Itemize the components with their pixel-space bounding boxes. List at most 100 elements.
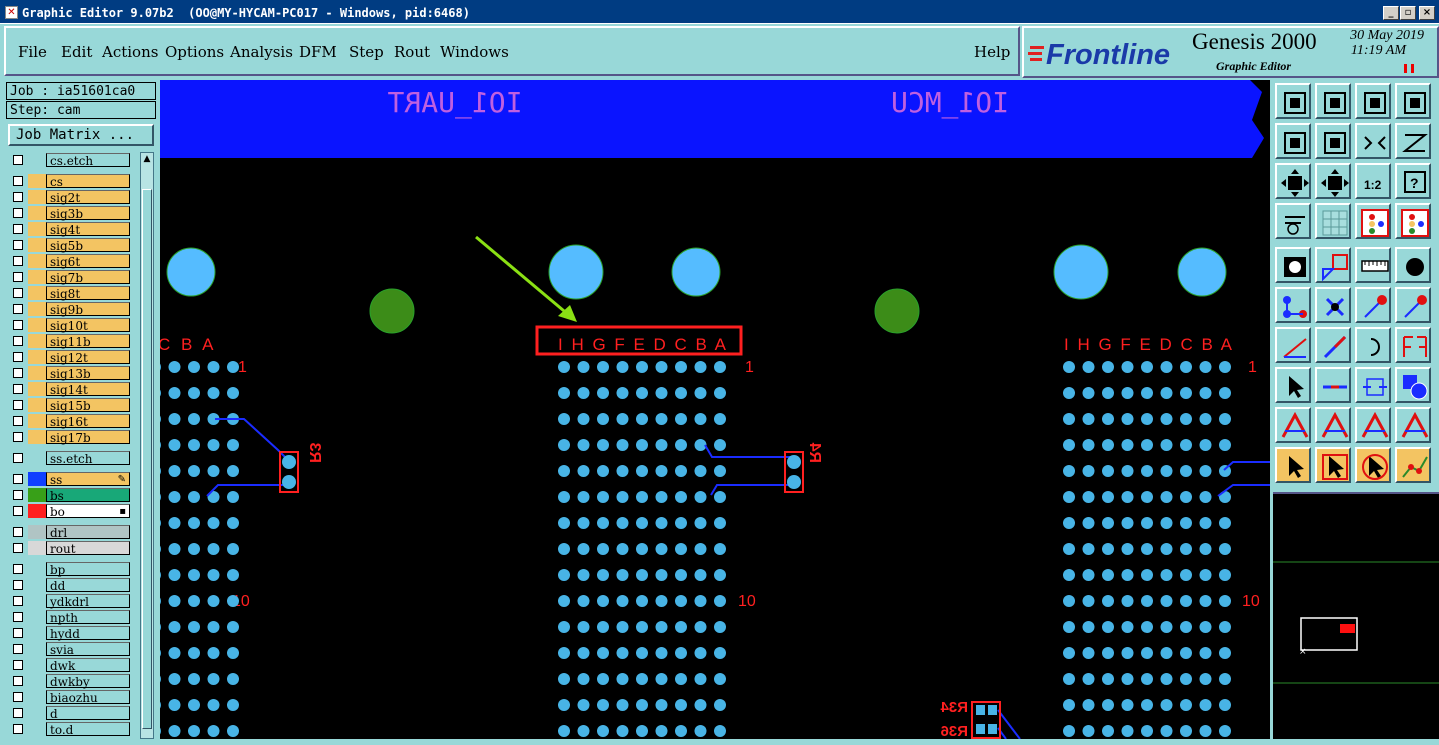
layer-color-swatch[interactable]: [28, 153, 46, 167]
layer-label[interactable]: sig7b: [46, 270, 130, 285]
layer-checkbox[interactable]: [13, 320, 23, 330]
tool-slash-button[interactable]: [1315, 327, 1351, 363]
menu-rout[interactable]: Rout: [394, 43, 430, 61]
layer-color-swatch[interactable]: [28, 488, 46, 502]
layer-label[interactable]: dd: [46, 578, 130, 593]
layer-checkbox[interactable]: [13, 272, 23, 282]
layer-checkbox[interactable]: [13, 155, 23, 165]
layer-color-swatch[interactable]: [28, 674, 46, 688]
pause-icon[interactable]: [1404, 64, 1414, 73]
layer-checkbox[interactable]: [13, 527, 23, 537]
menu-edit[interactable]: Edit: [61, 43, 92, 61]
restore-button[interactable]: ▫: [1400, 6, 1416, 20]
tool-pointer-button[interactable]: [1275, 447, 1311, 483]
layer-row-ss[interactable]: ss ✎: [8, 471, 132, 487]
job-matrix-button[interactable]: Job Matrix ...: [8, 124, 154, 146]
layer-row-sig3b[interactable]: sig3b: [8, 205, 132, 221]
layer-color-swatch[interactable]: [28, 578, 46, 592]
tool-flip-button[interactable]: [1395, 327, 1431, 363]
layer-row-hydd[interactable]: hydd: [8, 625, 132, 641]
tool-triangle-c-button[interactable]: [1355, 407, 1391, 443]
tool-record-button[interactable]: [1395, 247, 1431, 283]
scroll-thumb[interactable]: [142, 189, 152, 729]
layer-color-swatch[interactable]: [28, 174, 46, 188]
layer-color-swatch[interactable]: [28, 706, 46, 720]
layer-color-swatch[interactable]: [28, 562, 46, 576]
tool-scale-1-2-button[interactable]: 1:2: [1355, 163, 1391, 199]
layer-color-swatch[interactable]: [28, 690, 46, 704]
layer-color-swatch[interactable]: [28, 626, 46, 640]
tool-tools-button[interactable]: [1275, 203, 1311, 239]
layer-label[interactable]: biaozhu: [46, 690, 130, 705]
layer-checkbox[interactable]: [13, 596, 23, 606]
layer-checkbox[interactable]: [13, 192, 23, 202]
layer-checkbox[interactable]: [13, 224, 23, 234]
layer-color-swatch[interactable]: [28, 222, 46, 236]
layer-checkbox[interactable]: [13, 432, 23, 442]
layer-label[interactable]: sig5b: [46, 238, 130, 253]
tool-triangle-d-button[interactable]: [1395, 407, 1431, 443]
layer-label[interactable]: sig10t: [46, 318, 130, 333]
layer-checkbox[interactable]: [13, 490, 23, 500]
layer-checkbox[interactable]: [13, 256, 23, 266]
layer-row-sig12t[interactable]: sig12t: [8, 349, 132, 365]
layer-color-swatch[interactable]: [28, 451, 46, 465]
layer-row-sig5b[interactable]: sig5b: [8, 237, 132, 253]
layer-row-sig8t[interactable]: sig8t: [8, 285, 132, 301]
layer-color-swatch[interactable]: [28, 398, 46, 412]
layer-label[interactable]: sig16t: [46, 414, 130, 429]
tool-window-button[interactable]: [1395, 83, 1431, 119]
layer-checkbox[interactable]: [13, 543, 23, 553]
layer-checkbox[interactable]: [13, 628, 23, 638]
layer-label[interactable]: cs.etch: [46, 153, 130, 168]
layer-row-dwkby[interactable]: dwkby: [8, 673, 132, 689]
layer-label[interactable]: dwkby: [46, 674, 130, 689]
layer-checkbox[interactable]: [13, 660, 23, 670]
menu-dfm[interactable]: DFM: [299, 43, 337, 61]
menu-actions[interactable]: Actions: [102, 43, 158, 61]
tool-snap-button[interactable]: [1355, 367, 1391, 403]
tool-add-point-button[interactable]: [1355, 287, 1391, 323]
tool-minus-button[interactable]: [1315, 367, 1351, 403]
layer-row-sig16t[interactable]: sig16t: [8, 413, 132, 429]
layer-row-biaozhu[interactable]: biaozhu: [8, 689, 132, 705]
pcb-view[interactable]: IO1_UART IO1_MCU C B A I H G F E D C B A…: [160, 80, 1270, 739]
layer-row-sig4t[interactable]: sig4t: [8, 221, 132, 237]
layer-label[interactable]: sig9b: [46, 302, 130, 317]
layer-label[interactable]: dwk: [46, 658, 130, 673]
menu-windows[interactable]: Windows: [440, 43, 509, 61]
layer-color-swatch[interactable]: [28, 238, 46, 252]
tool-snapshot-button[interactable]: [1275, 247, 1311, 283]
menu-analysis[interactable]: Analysis: [230, 43, 293, 61]
layer-row-sig6t[interactable]: sig6t: [8, 253, 132, 269]
layer-color-swatch[interactable]: [28, 366, 46, 380]
layer-label[interactable]: svia: [46, 642, 130, 657]
layer-checkbox[interactable]: [13, 453, 23, 463]
layer-color-swatch[interactable]: [28, 504, 46, 518]
tool-undo-button[interactable]: [1355, 327, 1391, 363]
tool-grid-button[interactable]: [1315, 203, 1351, 239]
layer-color-swatch[interactable]: [28, 190, 46, 204]
layer-checkbox[interactable]: [13, 400, 23, 410]
tool-line-button[interactable]: [1275, 327, 1311, 363]
layer-row-sig9b[interactable]: sig9b: [8, 301, 132, 317]
tool-shapes-button[interactable]: [1395, 367, 1431, 403]
overview-viewport[interactable]: [1300, 617, 1358, 651]
layer-label[interactable]: bo ▪: [46, 504, 130, 519]
layer-label[interactable]: sig14t: [46, 382, 130, 397]
layer-color-swatch[interactable]: [28, 414, 46, 428]
layer-row-d[interactable]: d: [8, 705, 132, 721]
layer-label[interactable]: ss ✎: [46, 472, 130, 487]
layer-checkbox[interactable]: [13, 208, 23, 218]
layer-label[interactable]: ss.etch: [46, 451, 130, 466]
layer-checkbox[interactable]: [13, 580, 23, 590]
layer-label[interactable]: sig6t: [46, 254, 130, 269]
layer-color-swatch[interactable]: [28, 254, 46, 268]
layer-color-swatch[interactable]: [28, 642, 46, 656]
layer-checkbox[interactable]: [13, 352, 23, 362]
layer-label[interactable]: to.d: [46, 722, 130, 737]
layer-checkbox[interactable]: [13, 506, 23, 516]
layer-row-ss-etch[interactable]: ss.etch: [8, 450, 132, 466]
layer-row-sig15b[interactable]: sig15b: [8, 397, 132, 413]
layer-checkbox[interactable]: [13, 692, 23, 702]
